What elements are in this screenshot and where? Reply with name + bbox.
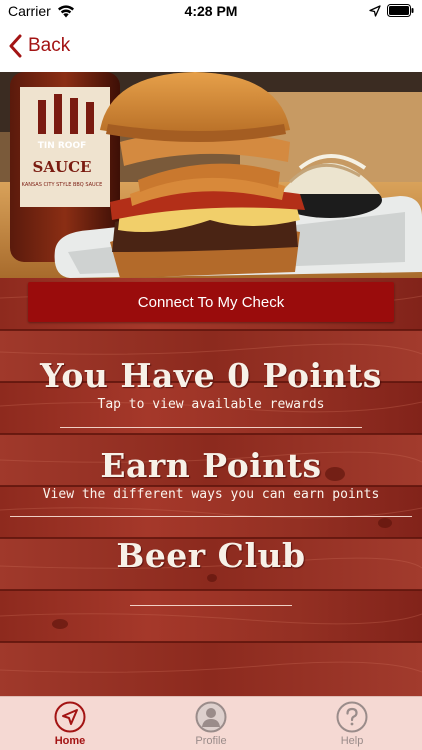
- earn-points-menu-item[interactable]: Earn Points View the different ways you …: [0, 446, 422, 502]
- status-right: [369, 4, 414, 17]
- tab-home-label: Home: [54, 735, 86, 747]
- bottle-label-text: SAUCE: [33, 158, 92, 176]
- connect-to-check-button[interactable]: Connect To My Check: [28, 282, 394, 322]
- location-arrow-icon: [369, 4, 381, 17]
- tab-profile-label: Profile: [195, 735, 227, 747]
- divider: [60, 427, 362, 428]
- back-button[interactable]: Back: [8, 34, 70, 58]
- tab-home[interactable]: Home: [0, 697, 140, 750]
- divider: [10, 516, 412, 517]
- person-icon: [195, 701, 227, 733]
- bottle-subtext: KANSAS CITY STYLE BBQ SAUCE: [22, 182, 103, 188]
- chevron-left-icon: [9, 34, 22, 58]
- tab-help-label: Help: [340, 735, 364, 747]
- earn-points-title: Earn Points: [100, 446, 322, 485]
- back-label: Back: [28, 35, 71, 56]
- points-title: You Have 0 Points: [40, 356, 382, 395]
- points-menu-item[interactable]: You Have 0 Points Tap to view available …: [0, 356, 422, 412]
- navigation-arrow-icon: [54, 701, 86, 733]
- status-bar: Carrier 4:28 PM: [0, 0, 422, 24]
- beer-club-title: Beer Club: [116, 536, 306, 575]
- tab-help[interactable]: Help: [282, 697, 422, 750]
- burger-photo: TIN ROOF SAUCE KANSAS CITY STYLE BBQ SAU…: [0, 72, 422, 278]
- bottle-brand-text: TIN ROOF: [38, 141, 87, 151]
- earn-points-subtitle: View the different ways you can earn poi…: [42, 487, 380, 502]
- divider: [130, 605, 292, 606]
- points-subtitle: Tap to view available rewards: [97, 397, 325, 412]
- tab-profile[interactable]: Profile: [141, 697, 281, 750]
- navigation-bar: Back: [0, 24, 422, 72]
- tab-bar: Home Profile Help: [0, 696, 422, 750]
- hero-burger-image: TIN ROOF SAUCE KANSAS CITY STYLE BBQ SAU…: [0, 72, 422, 278]
- connect-button-label: Connect To My Check: [137, 293, 285, 311]
- status-time: 4:28 PM: [184, 3, 238, 19]
- battery-icon: [387, 4, 414, 17]
- beer-club-menu-item[interactable]: Beer Club: [0, 536, 422, 575]
- question-mark-icon: [336, 701, 368, 733]
